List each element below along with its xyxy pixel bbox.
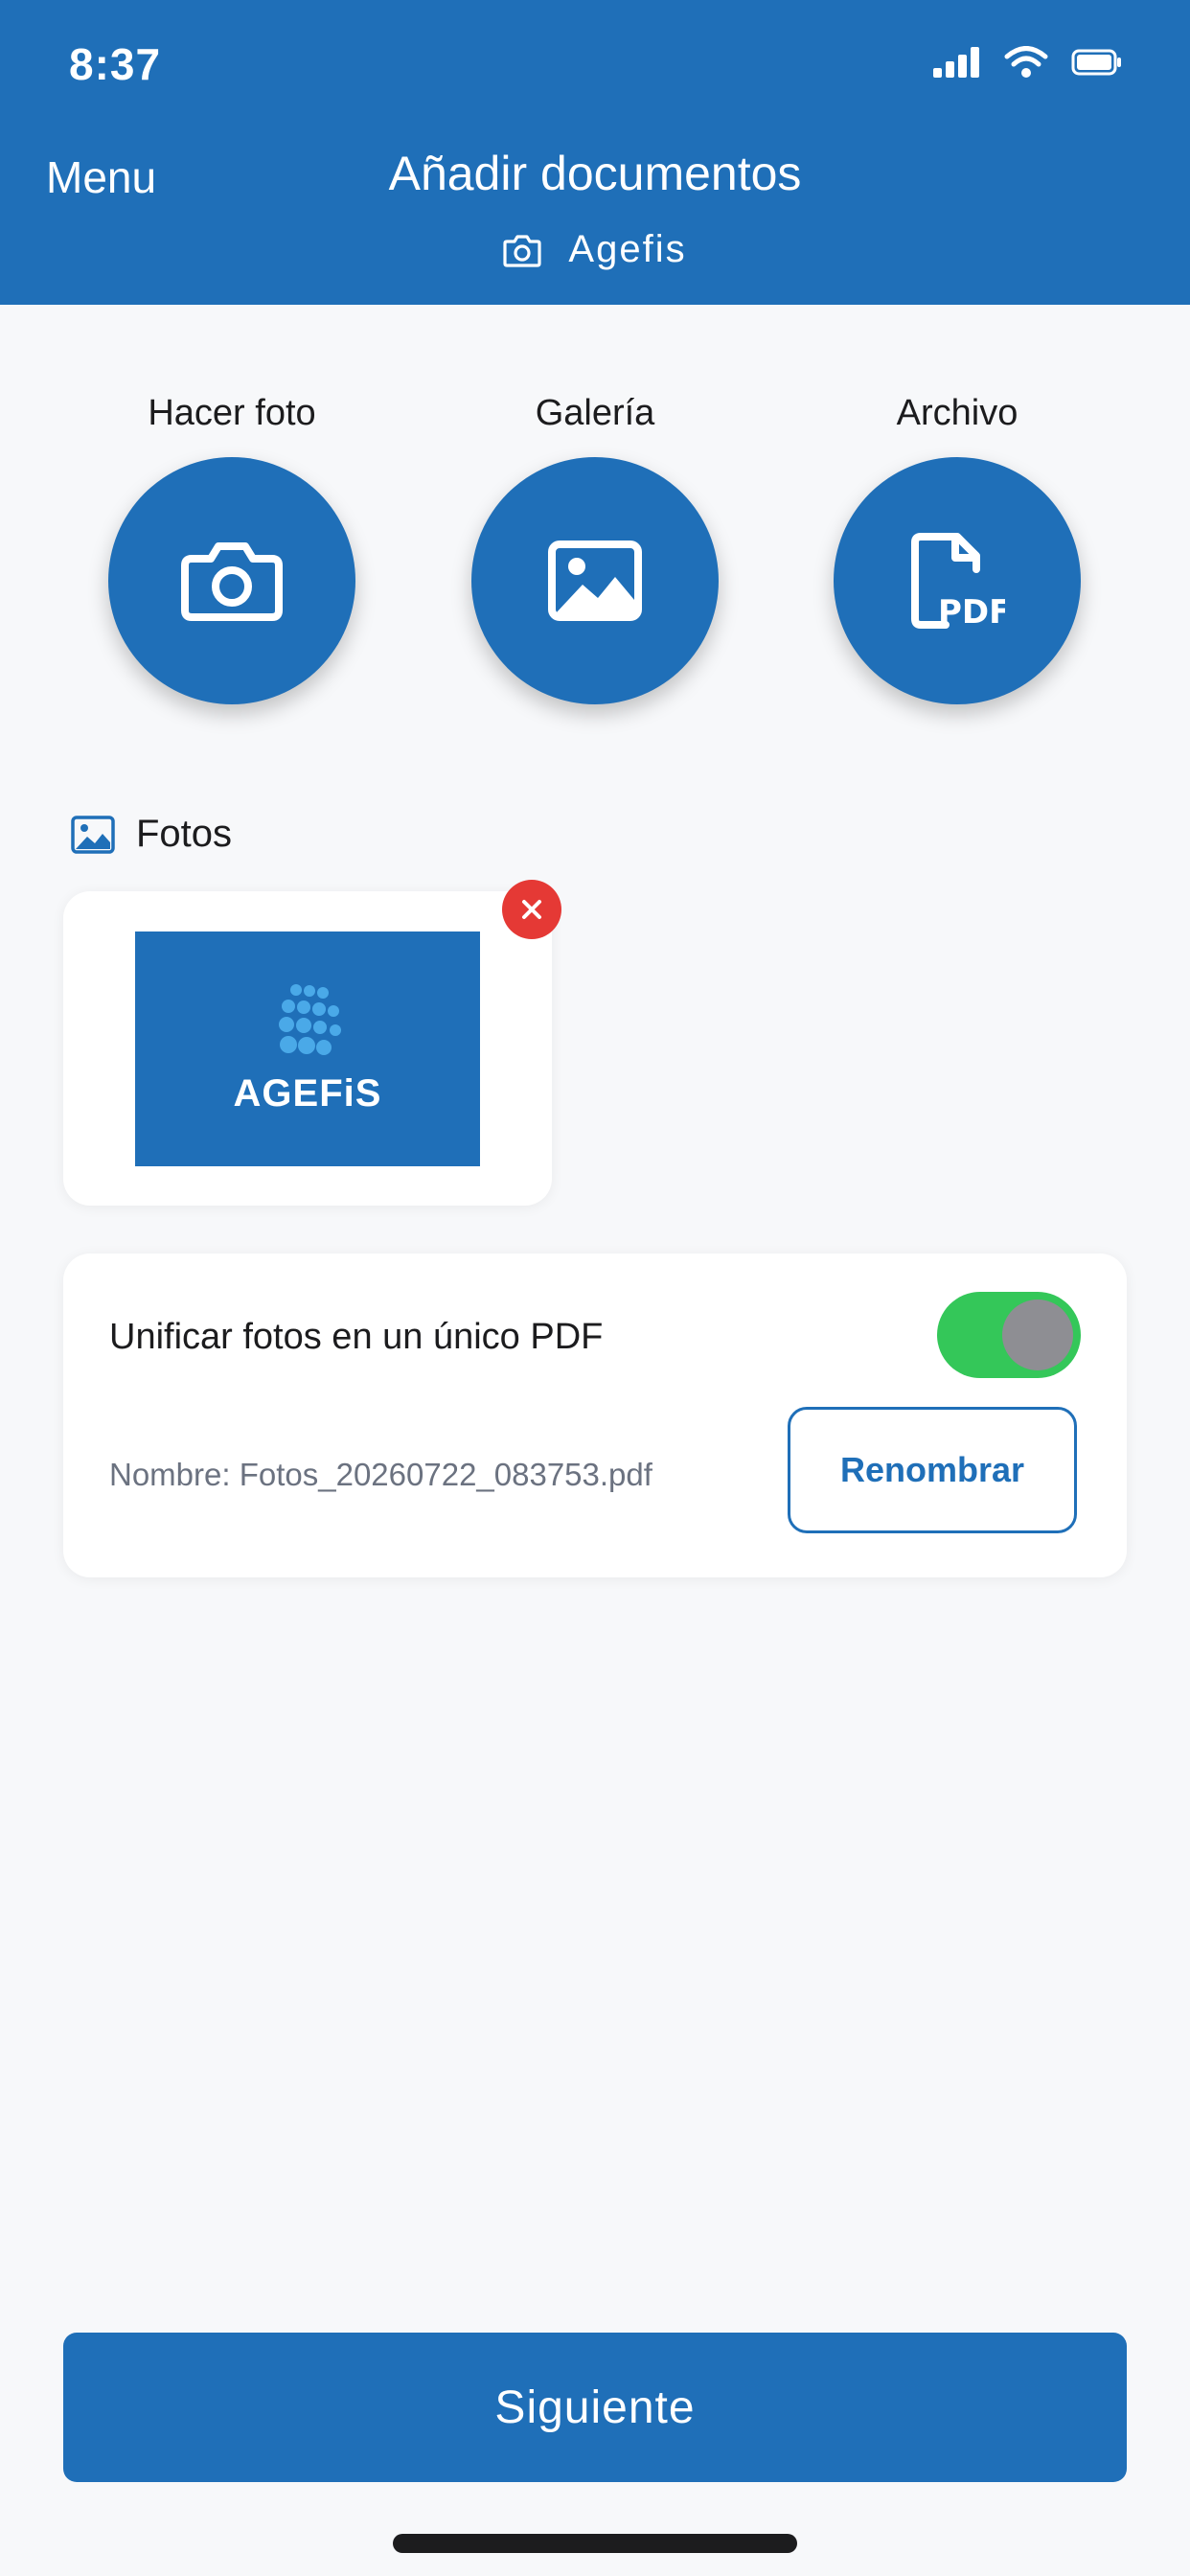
- gallery-action[interactable]: Galería: [451, 393, 739, 704]
- remove-photo-button[interactable]: [502, 880, 561, 939]
- page-title: Añadir documentos: [388, 147, 802, 200]
- agefis-logo-icon: [279, 984, 341, 1055]
- file-action[interactable]: Archivo PDF: [813, 393, 1101, 704]
- take-photo-label: Hacer foto: [148, 393, 316, 433]
- header-subtitle: Agefis: [0, 228, 1190, 271]
- photos-section-header: Fotos: [71, 813, 232, 856]
- toggle-knob: [1002, 1300, 1073, 1370]
- merge-pdf-label: Unificar fotos en un único PDF: [109, 1317, 604, 1357]
- merge-pdf-card: Unificar fotos en un único PDF Nombre: F…: [63, 1254, 1127, 1577]
- pdf-file-icon: PDF: [911, 533, 1005, 629]
- image-icon: [548, 540, 642, 621]
- status-icons: [933, 46, 1123, 79]
- home-indicator: [393, 2534, 797, 2553]
- close-icon: [522, 900, 541, 919]
- photo-thumbnail[interactable]: AGEFiS: [135, 932, 480, 1166]
- photos-section-title: Fotos: [136, 813, 233, 855]
- file-button[interactable]: PDF: [834, 457, 1081, 704]
- battery-icon: [1071, 49, 1121, 76]
- gallery-label: Galería: [535, 393, 655, 433]
- wifi-icon: [1004, 46, 1048, 78]
- photo-thumbnail-card[interactable]: AGEFiS: [63, 891, 552, 1206]
- camera-icon: [503, 234, 542, 267]
- agefis-logo-text: AGEFiS: [233, 1072, 382, 1115]
- camera-icon: [181, 542, 283, 621]
- take-photo-button[interactable]: [108, 457, 355, 704]
- svg-text:PDF: PDF: [938, 593, 1005, 629]
- image-icon: [71, 815, 115, 854]
- file-label: Archivo: [896, 393, 1018, 433]
- take-photo-action[interactable]: Hacer foto: [88, 393, 376, 704]
- subtitle-text: Agefis: [568, 228, 687, 270]
- pdf-filename: Nombre: Fotos_20260722_083753.pdf: [109, 1457, 652, 1492]
- rename-button[interactable]: Renombrar: [788, 1407, 1077, 1533]
- signal-icon: [933, 47, 979, 78]
- gallery-button[interactable]: [471, 457, 719, 704]
- status-time: 8:37: [69, 39, 162, 89]
- merge-pdf-toggle[interactable]: [937, 1292, 1081, 1378]
- next-button[interactable]: Siguiente: [63, 2333, 1127, 2482]
- app-header: 8:37 Menu Añadir documentos Agefis: [0, 0, 1190, 305]
